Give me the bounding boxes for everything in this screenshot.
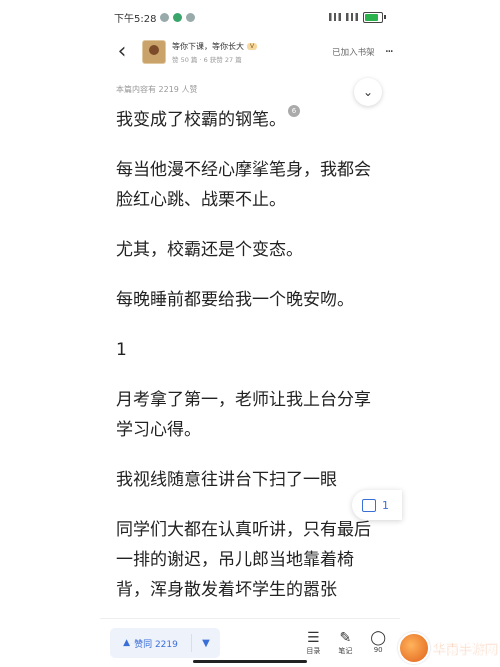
comment-box-icon [362,498,376,512]
pen-icon: ✎ [339,630,352,646]
paragraph: 尤其，校霸还是个变态。 [116,240,303,260]
vote-group: ▲ 赞同 2219 ▼ [110,628,220,658]
notification-icon [160,12,170,22]
toc-button[interactable]: ☰ 目录 [306,630,320,656]
wifi-signal-icon [329,13,341,21]
author-info[interactable]: 等你下课，等你长大 V 赞 50 篇 · 6 获赞 27 篇 [172,41,332,64]
paragraph: 同学们大都在认真听讲，只有最后一排的谢迟，吊儿郎当地靠着椅背，浑身散发着坏学生的… [116,520,371,600]
paragraph: 我变成了校霸的钢笔。 6 [116,105,384,135]
article-header: ‹ 等你下课，等你长大 V 赞 50 篇 · 6 获赞 27 篇 已加入书架 ·… [100,34,400,70]
status-time: 下午5:28 [114,13,157,25]
notes-button[interactable]: ✎ 笔记 [338,630,352,656]
annotation-badge[interactable]: 6 [288,105,300,117]
home-indicator [193,660,307,663]
add-to-shelf-button[interactable]: 已加入书架 [332,46,375,58]
upvote-button[interactable]: ▲ 赞同 2219 [110,634,192,652]
left-blur-margin [0,0,100,666]
back-arrow-icon[interactable]: ‹ [108,41,136,63]
battery-icon [363,11,386,23]
paragraph: 每当他漫不经心摩挲笔身，我都会脸红心跳、战栗不止。 [116,160,371,210]
comment-count: 1 [382,498,389,512]
article-body: 本篇内容有 2219 人赞 ⌄ 我变成了校霸的钢笔。 6 每当他漫不经心摩挲笔身，… [100,70,400,605]
signal-icon [346,13,358,21]
site-watermark: 华南手游网 [398,632,498,664]
notification-icon-2 [186,12,196,22]
author-avatar[interactable] [142,40,166,64]
paragraph: 我视线随意往讲台下扫了一眼 [116,470,337,490]
vip-badge: V [247,42,258,50]
collapse-chevron-icon[interactable]: ⌄ [354,78,382,106]
section-number: 1 [116,340,127,360]
likes-summary: 本篇内容有 2219 人赞 [116,85,198,94]
notes-label: 笔记 [338,647,353,655]
downvote-button[interactable]: ▼ [192,638,220,649]
app-icon [173,12,183,22]
upvote-label: 赞同 2219 [134,639,178,650]
menu-icon: ☰ [307,630,320,646]
upvote-arrow-icon: ▲ [123,638,131,648]
comments-count: 90 [373,646,383,654]
author-name: 等你下课，等你长大 [172,41,244,51]
watermark-text: 华南手游网 [433,642,499,658]
watermark-logo-icon [398,632,430,664]
toc-label: 目录 [306,647,321,655]
right-blur-margin [400,0,500,666]
status-bar: 下午5:28 [100,0,400,34]
comments-button[interactable]: ◯ 90 [370,630,386,656]
comment-icon: ◯ [370,630,386,646]
phone-screen: 下午5:28 ‹ 等你下课，等你长大 V 赞 50 篇 · 6 获赞 27 篇 … [100,0,400,666]
more-options-icon[interactable]: ··· [385,44,394,60]
paragraph: 每晚睡前都要给我一个晚安吻。 [116,290,354,310]
author-meta: 赞 50 篇 · 6 获赞 27 篇 [172,55,242,64]
toolbar-actions: ☰ 目录 ✎ 笔记 ◯ 90 [306,630,386,656]
paragraph: 月考拿了第一，老师让我上台分享学习心得。 [116,390,371,440]
floating-comment-button[interactable]: 1 [352,490,402,520]
